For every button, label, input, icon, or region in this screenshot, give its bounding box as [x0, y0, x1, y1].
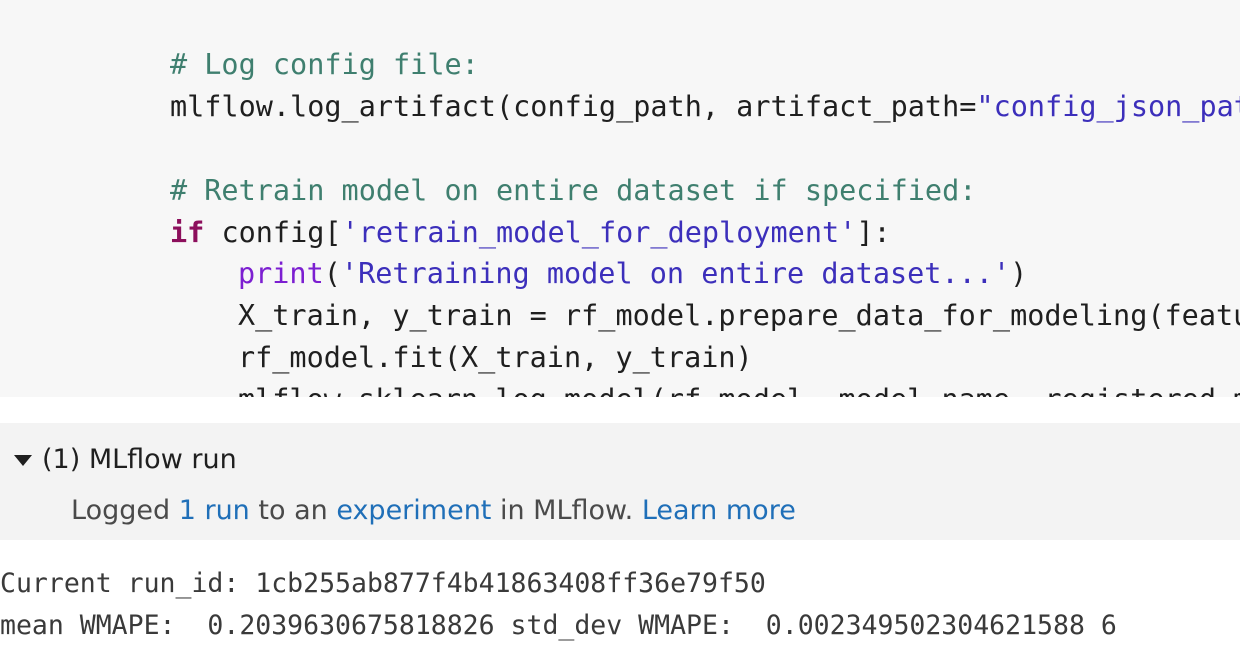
to-an-text: to an	[249, 495, 337, 526]
notebook-page: # Log config file: mlflow.log_artifact(c…	[0, 0, 1240, 663]
code-line-9: mlflow.sklearn.log_model(rf_model, model…	[135, 340, 1240, 397]
output-wmape: mean WMAPE: 0.2039630675818826 std_dev W…	[0, 610, 1117, 641]
learn-more-link[interactable]: Learn more	[642, 495, 796, 526]
mlflow-run-summary: Logged 1 run to an experiment in MLflow.…	[71, 491, 796, 531]
mlflow-run-title: (1) MLflow run	[42, 443, 237, 475]
mlflow-run-panel: (1) MLflow run Logged 1 run to an experi…	[0, 423, 1240, 540]
code-token: mlflow.sklearn.log_model(rf_model, model…	[238, 383, 1240, 397]
code-token: mlflow.log_artifact(config_path, artifac…	[169, 90, 977, 123]
output-run-id: Current run_id: 1cb255ab877f4b41863408ff…	[0, 568, 766, 599]
experiment-link[interactable]: experiment	[336, 495, 491, 526]
run-link[interactable]: 1 run	[179, 495, 250, 526]
mlflow-run-toggle[interactable]: (1) MLflow run	[14, 439, 237, 479]
string-token: "config_json_path"	[976, 90, 1240, 123]
code-cell[interactable]: # Log config file: mlflow.log_artifact(c…	[0, 0, 1240, 397]
logged-text: Logged	[71, 495, 179, 526]
caret-down-icon[interactable]	[14, 454, 32, 466]
in-mlflow-text: in MLflow.	[491, 495, 642, 526]
